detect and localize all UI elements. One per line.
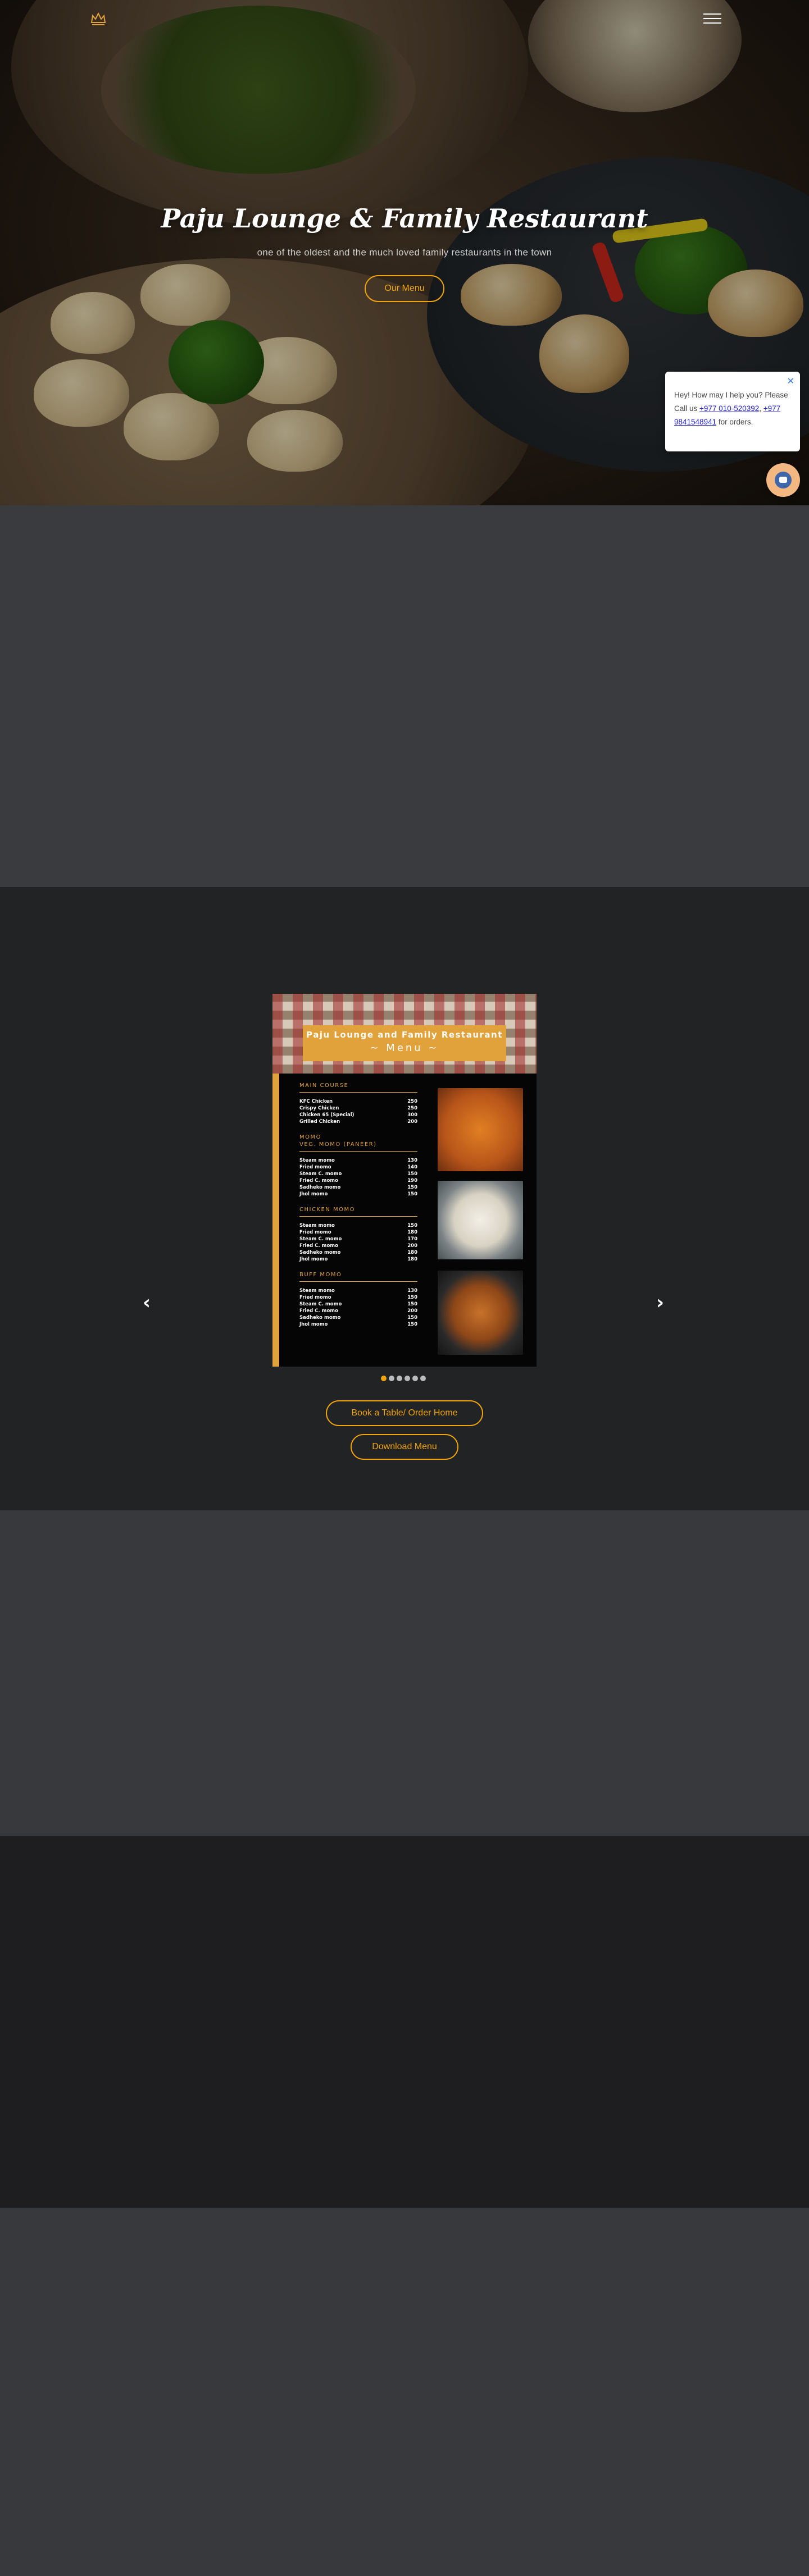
menu-item: Steam C. momo 150 <box>299 1301 417 1307</box>
menu-item: Fried momo 150 <box>299 1295 417 1300</box>
carousel-next-button[interactable]: › <box>656 1291 664 1314</box>
menu-item: Fried C. momo 200 <box>299 1308 417 1314</box>
empty-section-1 <box>0 505 809 887</box>
menu-card-image: Paju Lounge and Family Restaurant ~ Menu… <box>272 994 537 1367</box>
menu-item: Sadheko momo 150 <box>299 1315 417 1321</box>
menu-item: Fried momo 140 <box>299 1164 417 1170</box>
menu-carousel-section: ‹ Paju Lounge and Family Restaurant ~ Me… <box>0 887 809 1510</box>
download-menu-button[interactable]: Download Menu <box>351 1434 458 1460</box>
chat-launcher-button[interactable] <box>766 463 800 497</box>
fried-chicken-photo <box>438 1088 523 1171</box>
menu-section-heading: BUFF MOMO <box>299 1272 342 1278</box>
menu-restaurant-name: Paju Lounge and Family Restaurant <box>306 1030 503 1040</box>
chat-icon <box>775 472 792 488</box>
menu-section-subheading: VEG. MOMO (PANEER) <box>299 1141 377 1148</box>
hero-section: Paju Lounge & Family Restaurant one of t… <box>0 0 809 505</box>
menu-item: Fried momo 180 <box>299 1230 417 1235</box>
our-menu-button[interactable]: Our Menu <box>365 275 444 302</box>
menu-list: MAIN COURSE KFC Chicken 250 Crispy Chicke… <box>299 1078 417 1328</box>
menu-item: Sadheko momo 180 <box>299 1250 417 1255</box>
carousel-dot[interactable] <box>397 1376 402 1381</box>
menu-item: Steam C. momo 150 <box>299 1171 417 1177</box>
menu-item: Steam momo 130 <box>299 1288 417 1294</box>
chilli-chicken-photo <box>438 1271 523 1355</box>
menu-hamburger-icon[interactable] <box>703 13 721 26</box>
carousel-dot[interactable] <box>412 1376 418 1381</box>
book-table-button[interactable]: Book a Table/ Order Home <box>326 1400 483 1426</box>
carousel-dot[interactable] <box>404 1376 410 1381</box>
menu-section-heading: MOMO <box>299 1134 321 1140</box>
divider <box>299 1151 417 1152</box>
menu-item: Jhol momo 150 <box>299 1191 417 1197</box>
empty-section-2 <box>0 1510 809 1836</box>
menu-title-band: Paju Lounge and Family Restaurant ~ Menu… <box>303 1025 506 1061</box>
hero-title: Paju Lounge & Family Restaurant <box>161 203 648 234</box>
menu-side-stripe <box>272 1074 279 1367</box>
menu-item: Steam momo 130 <box>299 1158 417 1163</box>
carousel-dot[interactable] <box>389 1376 394 1381</box>
hero-subtitle: one of the oldest and the much loved fam… <box>257 247 552 258</box>
menu-item: Jhol momo 150 <box>299 1322 417 1327</box>
menu-item: Chicken 65 (Special) 300 <box>299 1112 417 1118</box>
divider <box>299 1092 417 1093</box>
chat-message-end: for orders. <box>716 418 753 426</box>
menu-item: Jhol momo 180 <box>299 1257 417 1262</box>
menu-item: KFC Chicken 250 <box>299 1099 417 1104</box>
menu-item: Fried C. momo 190 <box>299 1178 417 1184</box>
empty-section-4 <box>0 2208 809 2576</box>
menu-title: ~ Menu ~ <box>370 1042 439 1054</box>
chat-popup: ✕ Hey! How may I help you? Please Call u… <box>665 372 800 451</box>
divider <box>299 1281 417 1282</box>
carousel-dot[interactable] <box>420 1376 426 1381</box>
menu-item: Fried C. momo 200 <box>299 1243 417 1249</box>
menu-item: Steam momo 150 <box>299 1223 417 1228</box>
carousel-dots <box>381 1376 426 1381</box>
carousel-dot[interactable] <box>381 1376 387 1381</box>
empty-section-3 <box>0 1836 809 2208</box>
menu-item: Steam C. momo 170 <box>299 1236 417 1242</box>
menu-section-heading: MAIN COURSE <box>299 1083 349 1089</box>
chat-separator: , <box>759 404 763 413</box>
menu-item: Grilled Chicken 200 <box>299 1119 417 1125</box>
menu-item: Sadheko momo 150 <box>299 1185 417 1190</box>
divider <box>299 1216 417 1217</box>
crown-logo-icon[interactable] <box>89 9 108 28</box>
menu-item: Crispy Chicken 250 <box>299 1106 417 1111</box>
phone-link-1[interactable]: +977 010-520392 <box>699 404 759 413</box>
carousel-prev-button[interactable]: ‹ <box>143 1291 151 1314</box>
menu-section-heading: CHICKEN MOMO <box>299 1207 355 1213</box>
close-icon[interactable]: ✕ <box>787 375 794 389</box>
menu-header: Paju Lounge and Family Restaurant ~ Menu… <box>272 994 537 1074</box>
steam-momo-photo <box>438 1181 523 1259</box>
